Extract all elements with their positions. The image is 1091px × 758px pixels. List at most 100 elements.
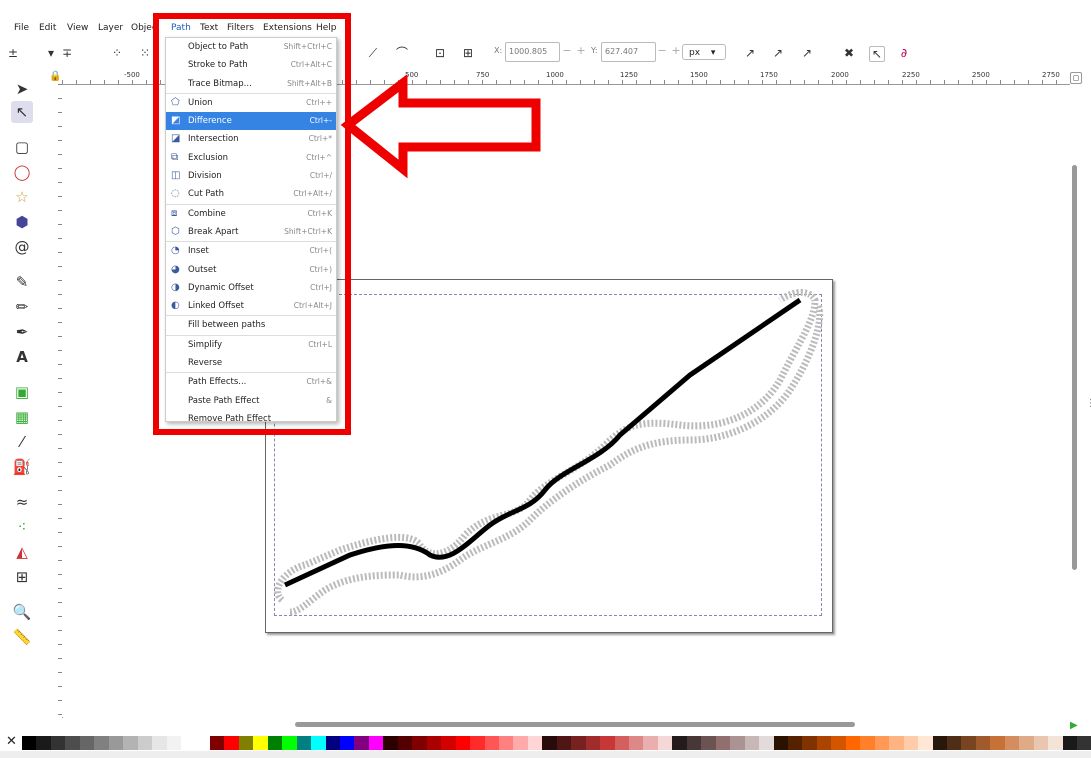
color-swatch[interactable] [701,736,716,750]
color-swatch[interactable] [990,736,1005,750]
menu-item-division[interactable]: ◫ Division Ctrl+/ [166,167,336,185]
color-swatch[interactable] [1077,736,1091,750]
menu-item-break-apart[interactable]: ⬡ Break Apart Shift+Ctrl+K [166,223,336,241]
color-swatch[interactable] [831,736,846,750]
color-swatch[interactable] [397,736,413,750]
menu-item-dynamic-offset[interactable]: ◑ Dynamic Offset Ctrl+J [166,279,336,297]
vertical-scrollbar[interactable] [1072,165,1077,570]
color-swatch[interactable] [571,736,586,750]
color-swatch[interactable] [845,736,861,750]
color-swatch[interactable] [238,736,254,750]
color-swatch[interactable] [224,736,239,750]
menu-item-difference[interactable]: ◩ Difference Ctrl+- [166,112,336,131]
snap-toggle-icon[interactable]: ▶ [1070,720,1078,731]
menu-item-paste-path-effect[interactable]: Paste Path Effect & [166,392,336,410]
color-swatch[interactable] [860,736,875,750]
color-swatch[interactable] [195,736,210,750]
color-swatch[interactable] [1062,736,1078,750]
menu-item-union[interactable]: ⬠ Union Ctrl++ [166,92,336,112]
menu-item-object-to-path[interactable]: Object to Path Shift+Ctrl+C [166,38,336,56]
color-swatch[interactable] [470,736,485,750]
color-swatch[interactable] [354,736,369,750]
color-swatch[interactable] [209,736,225,750]
color-swatch[interactable] [79,736,95,750]
color-swatch[interactable] [542,736,557,750]
more-options-icon[interactable]: ⋮ [1086,398,1091,409]
color-swatch[interactable] [657,736,673,750]
menu-item-linked-offset[interactable]: ◐ Linked Offset Ctrl+Alt+J [166,297,336,315]
color-swatch[interactable] [1004,736,1020,750]
color-swatch[interactable] [325,736,340,750]
menu-item-cut-path[interactable]: ◌ Cut Path Ctrl+Alt+/ [166,185,336,203]
color-swatch[interactable] [311,736,326,750]
color-swatch[interactable] [629,736,644,750]
color-swatch[interactable] [816,736,832,750]
no-paint-icon[interactable]: ✕ [6,735,17,749]
color-swatch[interactable] [513,736,528,750]
color-swatch[interactable] [383,736,398,750]
menu-item-fill-between-paths[interactable]: Fill between paths [166,315,336,334]
menu-item-combine[interactable]: ⧈ Combine Ctrl+K [166,203,336,223]
color-swatch[interactable] [773,736,789,750]
menu-item-trace-bitmap[interactable]: Trace Bitmap... Shift+Alt+B [166,75,336,93]
color-swatch[interactable] [123,736,138,750]
color-swatch[interactable] [889,736,904,750]
color-swatch[interactable] [253,736,268,750]
color-swatch[interactable] [1048,736,1063,750]
color-swatch[interactable] [412,736,427,750]
color-swatch[interactable] [874,736,890,750]
color-swatch[interactable] [802,736,817,750]
color-swatch[interactable] [788,736,803,750]
color-swatch[interactable] [975,736,991,750]
color-swatch[interactable] [918,736,933,750]
color-swatch[interactable] [267,736,283,750]
color-swatch[interactable] [556,736,572,750]
color-swatch[interactable] [137,736,153,750]
color-swatch[interactable] [180,736,196,750]
menu-item-reverse[interactable]: Reverse [166,354,336,372]
menu-item-intersection[interactable]: ◪ Intersection Ctrl+* [166,130,336,148]
menu-item-outset[interactable]: ◕ Outset Ctrl+) [166,261,336,279]
color-swatch[interactable] [282,736,297,750]
color-swatch[interactable] [36,736,51,750]
menu-item-stroke-to-path[interactable]: Stroke to Path Ctrl+Alt+C [166,56,336,74]
color-swatch[interactable] [296,736,312,750]
color-swatch[interactable] [484,736,499,750]
color-swatch[interactable] [947,736,962,750]
color-swatch[interactable] [744,736,760,750]
color-swatch[interactable] [527,736,543,750]
menu-item-inset[interactable]: ◔ Inset Ctrl+( [166,241,336,260]
color-swatch[interactable] [903,736,919,750]
color-swatch[interactable] [961,736,976,750]
color-swatch[interactable] [1033,736,1049,750]
color-swatch[interactable] [441,736,456,750]
color-swatch[interactable] [585,736,601,750]
color-swatch[interactable] [50,736,66,750]
color-swatch[interactable] [672,736,687,750]
main-stroke-path[interactable] [283,297,802,588]
color-swatch[interactable] [643,736,658,750]
color-swatch[interactable] [759,736,774,750]
color-swatch[interactable] [152,736,167,750]
color-swatch[interactable] [108,736,124,750]
color-swatch[interactable] [22,736,37,750]
color-swatch[interactable] [166,736,181,750]
color-swatch[interactable] [730,736,745,750]
color-swatch[interactable] [455,736,471,750]
color-swatch[interactable] [1019,736,1034,750]
color-swatch[interactable] [932,736,947,750]
color-swatch[interactable] [339,736,355,750]
color-swatch[interactable] [614,736,630,750]
color-swatch[interactable] [368,736,384,750]
menu-item-path-effects[interactable]: Path Effects... Ctrl+& [166,372,336,391]
color-swatch[interactable] [94,736,109,750]
horizontal-scrollbar[interactable] [295,722,855,727]
menu-item-exclusion[interactable]: ⧉ Exclusion Ctrl+^ [166,149,336,167]
color-swatch[interactable] [426,736,442,750]
color-swatch[interactable] [498,736,514,750]
color-swatch[interactable] [715,736,731,750]
inner-offset-path[interactable] [289,303,824,616]
menu-item-remove-path-effect[interactable]: Remove Path Effect [166,410,336,421]
color-swatch[interactable] [686,736,702,750]
color-swatch[interactable] [65,736,80,750]
